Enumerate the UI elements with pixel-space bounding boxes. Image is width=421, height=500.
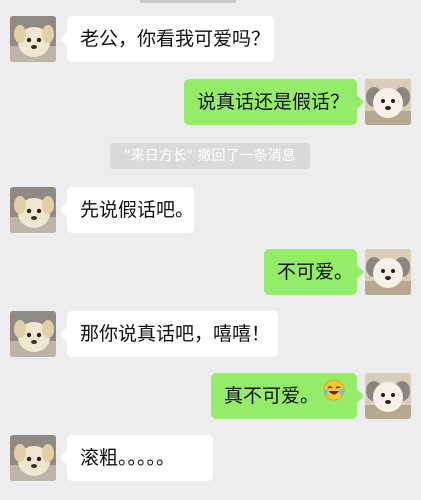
recall-sender-name[interactable]: "来日方长" <box>124 148 193 164</box>
message-text: 说真话还是假话？ <box>197 91 350 113</box>
message-bubble-outgoing[interactable]: 说真话还是假话？ <box>184 79 364 125</box>
contact-avatar[interactable] <box>10 311 56 357</box>
contact-avatar[interactable] <box>10 187 56 233</box>
message-bubble-incoming[interactable]: 先说假话吧。 <box>60 187 195 233</box>
recall-notice: "来日方长" 撤回了一条消息 <box>110 143 310 169</box>
message-bubble-incoming[interactable]: 滚粗。。。。。 <box>60 435 213 481</box>
message-bubble-outgoing[interactable]: 真不可爱。 <box>211 372 364 419</box>
fluffy-dog-avatar-icon <box>365 79 411 125</box>
self-avatar[interactable] <box>365 79 411 125</box>
puppy-avatar-icon <box>10 187 56 233</box>
fluffy-dog-avatar-icon <box>365 373 411 419</box>
contact-avatar[interactable] <box>10 435 56 481</box>
message-text: 不可爱。 <box>277 261 354 283</box>
puppy-avatar-icon <box>10 311 56 357</box>
puppy-avatar-icon <box>10 435 56 481</box>
top-scroll-edge <box>140 0 236 3</box>
recall-action-text: 撤回了一条消息 <box>193 148 296 164</box>
puppy-avatar-icon <box>10 16 56 62</box>
message-text: 滚粗。。。。。 <box>80 447 176 469</box>
message-bubble-incoming[interactable]: 那你说真话吧，嘻嘻！ <box>60 311 278 357</box>
message-text: 那你说真话吧，嘻嘻！ <box>80 323 271 345</box>
contact-avatar[interactable] <box>10 16 56 62</box>
self-avatar[interactable] <box>365 249 411 295</box>
message-text: 真不可爱。 <box>224 385 320 407</box>
message-bubble-incoming[interactable]: 老公，你看我可爱吗？ <box>60 16 274 62</box>
fluffy-dog-avatar-icon <box>365 249 411 295</box>
message-text: 老公，你看我可爱吗？ <box>80 28 271 50</box>
laughing-crying-emoji-icon <box>323 372 345 418</box>
message-bubble-outgoing[interactable]: 不可爱。 <box>264 249 364 295</box>
message-text: 先说假话吧。 <box>80 199 195 221</box>
self-avatar[interactable] <box>365 373 411 419</box>
